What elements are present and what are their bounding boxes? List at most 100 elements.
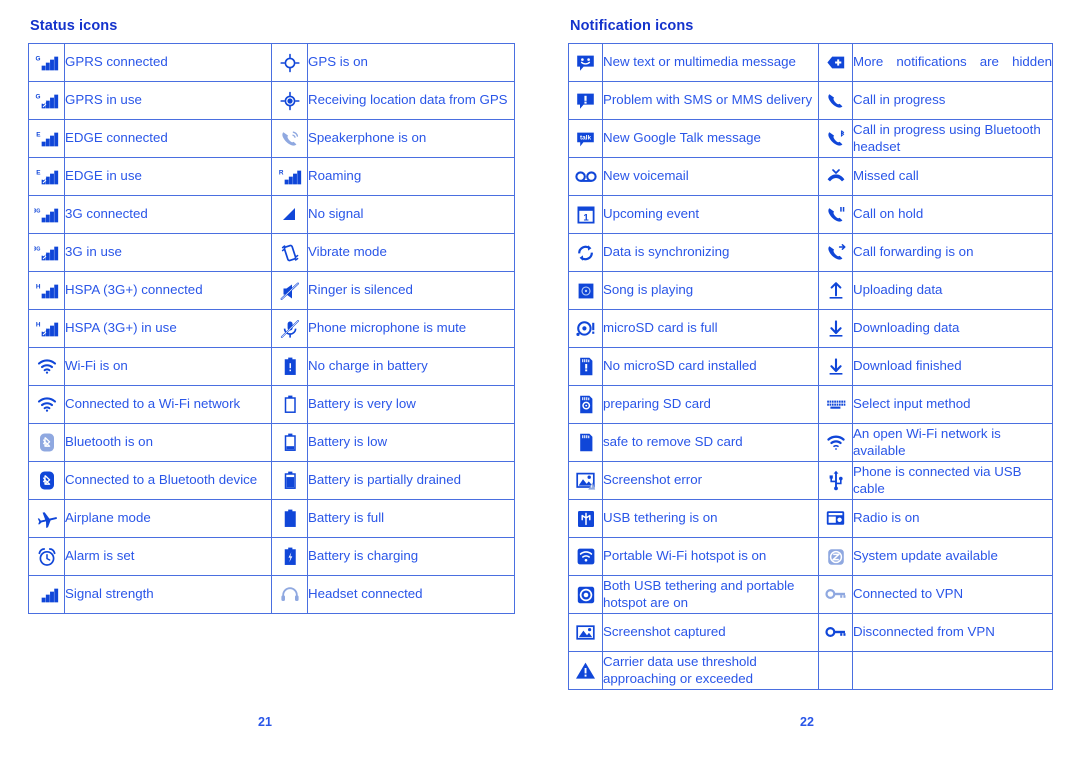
- icon-description: Wi-Fi is on: [64, 347, 272, 386]
- icon-description: Call on hold: [852, 195, 1053, 234]
- table-row: H HSPA (3G+) in use Phone microphone is m…: [28, 309, 515, 348]
- icon-description: HSPA (3G+) in use: [64, 309, 272, 348]
- icon-description: GPS is on: [307, 43, 515, 82]
- status-icons-panel: Status icons G GPRS connected GPS is on G G…: [28, 18, 515, 614]
- tethering-and-hotspot-icon: [568, 575, 603, 614]
- icon-description: Song is playing: [602, 271, 819, 310]
- icon-description: Battery is partially drained: [307, 461, 515, 500]
- page-number-right: 22: [800, 715, 814, 729]
- no-signal-icon: [271, 195, 308, 234]
- no-signal-icon-glyph: [279, 205, 301, 223]
- preparing-sd-card-icon-glyph: [576, 394, 596, 415]
- svg-text:3G: 3G: [34, 208, 41, 214]
- icon-description: GPRS in use: [64, 81, 272, 120]
- signal-edge-connected-icon: E: [28, 119, 65, 158]
- table-row: New voicemail Missed call: [568, 157, 1053, 196]
- battery-low-icon-glyph: [279, 432, 301, 453]
- message-problem-icon: [568, 81, 603, 120]
- icon-description: HSPA (3G+) connected: [64, 271, 272, 310]
- icon-description: Roaming: [307, 157, 515, 196]
- icon-description: An open Wi-Fi network is available: [852, 423, 1053, 462]
- table-row: Airplane mode Battery is full: [28, 499, 515, 538]
- no-microsd-icon-glyph: [576, 356, 596, 377]
- usb-connected-icon-glyph: [826, 470, 846, 491]
- icon-description: New text or multimedia message: [602, 43, 819, 82]
- empty-icon-cell: [818, 651, 853, 690]
- usb-connected-icon: [818, 461, 853, 500]
- alarm-set-icon-glyph: [36, 547, 58, 567]
- microphone-mute-icon: [271, 309, 308, 348]
- uploading-data-icon-glyph: [826, 281, 846, 301]
- google-talk-message-icon-glyph: talk: [575, 129, 596, 149]
- data-sync-icon: [568, 233, 603, 272]
- wifi-on-icon-glyph: [36, 357, 58, 375]
- wifi-on-icon: [28, 347, 65, 386]
- portable-hotspot-icon: [568, 537, 603, 576]
- battery-very-low-icon-glyph: [279, 394, 301, 415]
- table-row: Signal strength Headset connected: [28, 575, 515, 614]
- vpn-connected-icon: [818, 575, 853, 614]
- icon-description: Signal strength: [64, 575, 272, 614]
- icon-description: EDGE connected: [64, 119, 272, 158]
- table-row: Connected to a Wi-Fi network Battery is …: [28, 385, 515, 424]
- system-update-icon-glyph: [826, 547, 846, 567]
- table-row: USB tethering is on Radio is on: [568, 499, 1053, 538]
- icon-description: Speakerphone is on: [307, 119, 515, 158]
- tethering-and-hotspot-icon-glyph: [576, 585, 596, 605]
- call-forwarding-icon: [818, 233, 853, 272]
- icon-description: Headset connected: [307, 575, 515, 614]
- table-row: preparing SD card Select input method: [568, 385, 1053, 424]
- screenshot-error-icon: [568, 461, 603, 500]
- open-wifi-available-icon-glyph: [825, 433, 847, 451]
- svg-text:H: H: [35, 283, 40, 290]
- new-message-icon: [568, 43, 603, 82]
- icon-description: Call forwarding is on: [852, 233, 1053, 272]
- ringer-silenced-icon: [271, 271, 308, 310]
- vpn-disconnected-icon-glyph: [824, 625, 848, 639]
- table-row: Bluetooth is on Battery is low: [28, 423, 515, 462]
- vibrate-mode-icon: [271, 233, 308, 272]
- airplane-mode-icon-glyph: [36, 509, 58, 529]
- headset-connected-icon-glyph: [279, 585, 301, 603]
- signal-3g-connected-icon-glyph: 3G: [34, 205, 60, 225]
- icon-description: Alarm is set: [64, 537, 272, 576]
- signal-hspa-in-use-icon-glyph: H: [34, 319, 60, 339]
- icon-description: Battery is full: [307, 499, 515, 538]
- svg-text:E: E: [36, 169, 41, 176]
- download-finished-icon-glyph: [826, 357, 846, 377]
- status-icons-tbody: G GPRS connected GPS is on G GPRS in use Re…: [28, 43, 515, 614]
- battery-full-icon-glyph: [279, 508, 301, 529]
- icon-description: Receiving location data from GPS: [307, 81, 515, 120]
- icon-description: Ringer is silenced: [307, 271, 515, 310]
- manual-page: Status icons G GPRS connected GPS is on G G…: [0, 0, 1080, 767]
- battery-very-low-icon: [271, 385, 308, 424]
- song-playing-icon: [568, 271, 603, 310]
- call-forwarding-icon-glyph: [825, 243, 847, 263]
- svg-text:G: G: [35, 55, 40, 62]
- more-notifications-icon-glyph: [825, 53, 847, 72]
- icon-description: New Google Talk message: [602, 119, 819, 158]
- icon-description: Downloading data: [852, 309, 1053, 348]
- carrier-data-warning-icon-glyph: [575, 661, 596, 680]
- signal-edge-connected-icon-glyph: E: [34, 129, 60, 149]
- signal-roaming-icon-glyph: R: [277, 167, 303, 187]
- radio-on-icon: [818, 499, 853, 538]
- more-notifications-icon: [818, 43, 853, 82]
- table-row: Connected to a Bluetooth device Battery …: [28, 461, 515, 500]
- carrier-data-warning-icon: [568, 651, 603, 690]
- svg-text:H: H: [35, 321, 40, 328]
- table-row: talk New Google Talk message Call in prog…: [568, 119, 1053, 158]
- call-in-progress-icon: [818, 81, 853, 120]
- signal-3g-connected-icon: 3G: [28, 195, 65, 234]
- signal-hspa-connected-icon: H: [28, 271, 65, 310]
- downloading-data-icon-glyph: [826, 319, 846, 339]
- signal-gprs-in-use-icon-glyph: G: [34, 91, 60, 111]
- table-row: 3G 3G in use Vibrate mode: [28, 233, 515, 272]
- table-row: Wi-Fi is on No charge in battery: [28, 347, 515, 386]
- page-number-left: 21: [258, 715, 272, 729]
- battery-charging-icon: [271, 537, 308, 576]
- vpn-connected-icon-glyph: [824, 587, 848, 601]
- call-on-hold-icon-glyph: [825, 205, 847, 225]
- icon-description: Data is synchronizing: [602, 233, 819, 272]
- usb-tethering-icon: [568, 499, 603, 538]
